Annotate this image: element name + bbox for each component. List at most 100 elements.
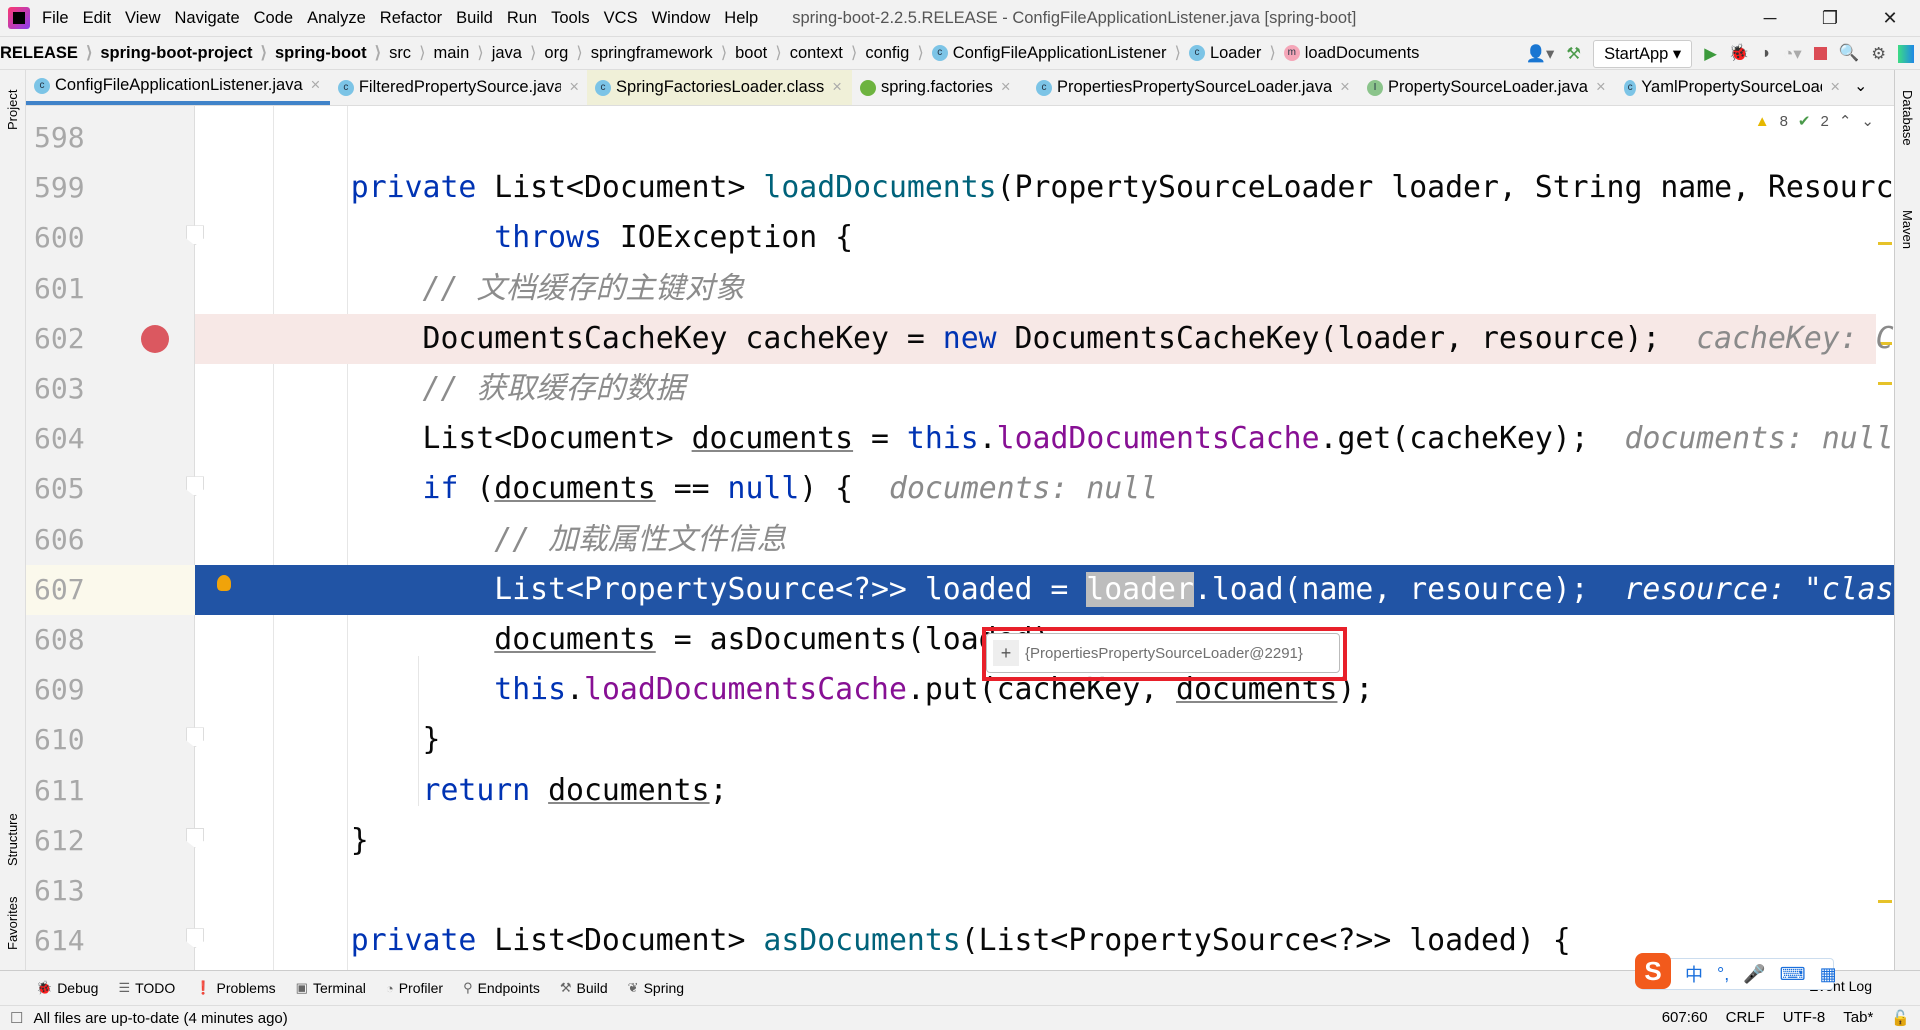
menu-code[interactable]: Code — [254, 9, 293, 27]
close-tab-icon[interactable]: × — [1596, 78, 1606, 97]
apps-icon[interactable]: ▦ — [1820, 964, 1837, 985]
code-line[interactable]: 600 throws IOException { — [26, 213, 1894, 263]
build-hammer-icon[interactable]: ⚒ — [1566, 44, 1581, 64]
vcs-user-icon[interactable]: 👤▾ — [1525, 44, 1554, 64]
tab-springfactoriesloader-class[interactable]: c SpringFactoriesLoader.class × — [587, 70, 852, 105]
breadcrumb-item[interactable]: c ConfigFileApplicationListener ⟩ — [931, 43, 1189, 63]
tool-window-debug[interactable]: 🐞 Debug — [36, 980, 98, 996]
tab-list-chevron-icon[interactable]: ⌄ — [1854, 76, 1867, 105]
ime-punct[interactable]: °, — [1717, 964, 1729, 985]
close-tab-icon[interactable]: × — [311, 76, 321, 95]
menu-file[interactable]: File — [42, 9, 69, 27]
code-line[interactable]: 611 return documents; — [26, 766, 1894, 816]
structure-tool-button[interactable]: Structure — [5, 813, 20, 866]
tab-filteredpropertysource-java[interactable]: c FilteredPropertySource.java × — [330, 70, 587, 105]
tool-window-endpoints[interactable]: ⚲ Endpoints — [463, 980, 540, 996]
breadcrumb-item[interactable]: m loadDocuments — [1283, 43, 1419, 63]
maximize-button[interactable]: ❐ — [1800, 0, 1860, 36]
status-square-icon[interactable]: ☐ — [10, 1009, 23, 1027]
ime-mode[interactable]: 中 — [1685, 961, 1703, 987]
toolbox-icon[interactable] — [1898, 44, 1914, 63]
close-tab-icon[interactable]: × — [1340, 78, 1350, 97]
code-line[interactable]: 612 } — [26, 816, 1894, 866]
code-line[interactable]: 613 — [26, 866, 1894, 916]
minimize-button[interactable]: ─ — [1740, 0, 1800, 36]
breakpoint-icon[interactable] — [141, 324, 169, 353]
breadcrumb-item[interactable]: spring-boot-project ⟩ — [100, 43, 275, 63]
breadcrumb-item[interactable]: context ⟩ — [790, 43, 866, 63]
code-line[interactable]: 601 // 文档缓存的主键对象 — [26, 264, 1894, 314]
run-icon[interactable]: ▶ — [1704, 44, 1717, 64]
menu-refactor[interactable]: Refactor — [380, 9, 442, 27]
menu-analyze[interactable]: Analyze — [307, 9, 366, 27]
breadcrumb-item[interactable]: src ⟩ — [389, 43, 433, 63]
menu-navigate[interactable]: Navigate — [175, 9, 240, 27]
line-separator[interactable]: CRLF — [1726, 1009, 1765, 1027]
breadcrumb-item[interactable]: springframework ⟩ — [591, 43, 735, 63]
stop-icon[interactable] — [1813, 47, 1827, 60]
code-line[interactable]: 610 } — [26, 715, 1894, 765]
run-configuration-select[interactable]: StartApp ▾ — [1593, 39, 1693, 68]
code-line[interactable]: 609 this.loadDocumentsCache.put(cacheKey… — [26, 665, 1894, 715]
breadcrumb-item[interactable]: org ⟩ — [544, 43, 590, 63]
breadcrumb-item[interactable]: RELEASE ⟩ — [0, 43, 100, 63]
tool-window-problems[interactable]: ❗ Problems — [195, 980, 275, 996]
lock-icon[interactable]: 🔓 — [1891, 1009, 1910, 1027]
indent-setting[interactable]: Tab* — [1843, 1009, 1873, 1027]
caret-position[interactable]: 607:60 — [1662, 1009, 1708, 1027]
maven-tool-button[interactable]: Maven — [1900, 210, 1915, 249]
breadcrumb-item[interactable]: config ⟩ — [865, 43, 931, 63]
code-editor[interactable]: ▲ 8 ✔ 2 ⌃ ⌄ 598 599 private List<Document> l… — [26, 106, 1894, 970]
expand-button[interactable]: + — [993, 640, 1019, 666]
menu-window[interactable]: Window — [652, 9, 711, 27]
code-line[interactable]: 599 private List<Document> loadDocuments… — [26, 163, 1894, 213]
close-tab-icon[interactable]: × — [1001, 78, 1011, 97]
microphone-icon[interactable]: 🎤 — [1743, 964, 1765, 985]
code-line[interactable]: 606 // 加载属性文件信息 — [26, 515, 1894, 565]
tool-window-spring[interactable]: ❦ Spring — [628, 980, 684, 996]
code-line[interactable]: 604 List<Document> documents = this.load… — [26, 414, 1894, 464]
code-line[interactable]: 603 // 获取缓存的数据 — [26, 364, 1894, 414]
tab-yamlpropertysourceloader-java[interactable]: cYamlPropertySourceLoader.java × — [1616, 70, 1848, 105]
menu-view[interactable]: View — [125, 9, 160, 27]
tool-window-terminal[interactable]: ▣ Terminal — [296, 980, 366, 996]
breadcrumb-item[interactable]: main ⟩ — [434, 43, 492, 63]
intention-bulb-icon[interactable] — [217, 574, 231, 591]
breadcrumb-item[interactable]: java ⟩ — [492, 43, 545, 63]
breadcrumb-item[interactable]: c Loader ⟩ — [1188, 43, 1284, 63]
tab-configfileapplicationlistener-java[interactable]: c ConfigFileApplicationListener.java × — [26, 70, 330, 105]
tab-spring-factories[interactable]: spring.factories × — [852, 70, 1028, 105]
breadcrumb-item[interactable]: spring-boot ⟩ — [275, 43, 389, 63]
database-tool-button[interactable]: Database — [1900, 90, 1915, 146]
menu-build[interactable]: Build — [456, 9, 493, 27]
code-line[interactable]: 614 private List<Document> asDocuments(L… — [26, 916, 1894, 966]
code-line[interactable]: 607 List<PropertySource<?>> loaded = loa… — [26, 564, 1894, 615]
code-line[interactable]: 608 documents = asDocuments(loaded); — [26, 615, 1894, 665]
fold-toggle-icon[interactable] — [186, 827, 204, 848]
code-line[interactable]: 598 — [26, 113, 1894, 163]
coverage-icon[interactable]: ◗ — [1761, 44, 1771, 63]
close-button[interactable]: ✕ — [1860, 0, 1920, 36]
file-encoding[interactable]: UTF-8 — [1783, 1009, 1826, 1027]
fold-toggle-icon[interactable] — [186, 727, 204, 748]
close-tab-icon[interactable]: × — [569, 78, 579, 97]
tab-propertiespropertysourceloader-java[interactable]: c PropertiesPropertySourceLoader.java × — [1028, 70, 1359, 105]
gear-icon[interactable]: ⚙ — [1871, 44, 1886, 64]
code-line[interactable]: 602 DocumentsCacheKey cacheKey = new Doc… — [26, 313, 1894, 364]
menu-vcs[interactable]: VCS — [604, 9, 638, 27]
code-line[interactable]: 605 if (documents == null) { documents: … — [26, 464, 1894, 514]
debug-icon[interactable]: 🐞 — [1729, 44, 1750, 63]
tab-propertysourceloader-java[interactable]: I PropertySourceLoader.java × — [1359, 70, 1616, 105]
tool-window-todo[interactable]: ☰ TODO — [118, 980, 175, 996]
tool-window-profiler[interactable]: ◔ Profiler — [386, 980, 443, 996]
profile-icon[interactable]: ◔▾ — [1783, 44, 1801, 64]
project-tool-button[interactable]: Project — [5, 90, 20, 130]
fold-toggle-icon[interactable] — [186, 928, 204, 949]
search-icon[interactable]: 🔍 — [1839, 44, 1860, 63]
favorites-tool-button[interactable]: Favorites — [5, 897, 20, 950]
menu-run[interactable]: Run — [507, 9, 537, 27]
fold-toggle-icon[interactable] — [186, 225, 204, 246]
menu-help[interactable]: Help — [724, 9, 758, 27]
fold-toggle-icon[interactable] — [186, 476, 204, 497]
menu-edit[interactable]: Edit — [83, 9, 111, 27]
